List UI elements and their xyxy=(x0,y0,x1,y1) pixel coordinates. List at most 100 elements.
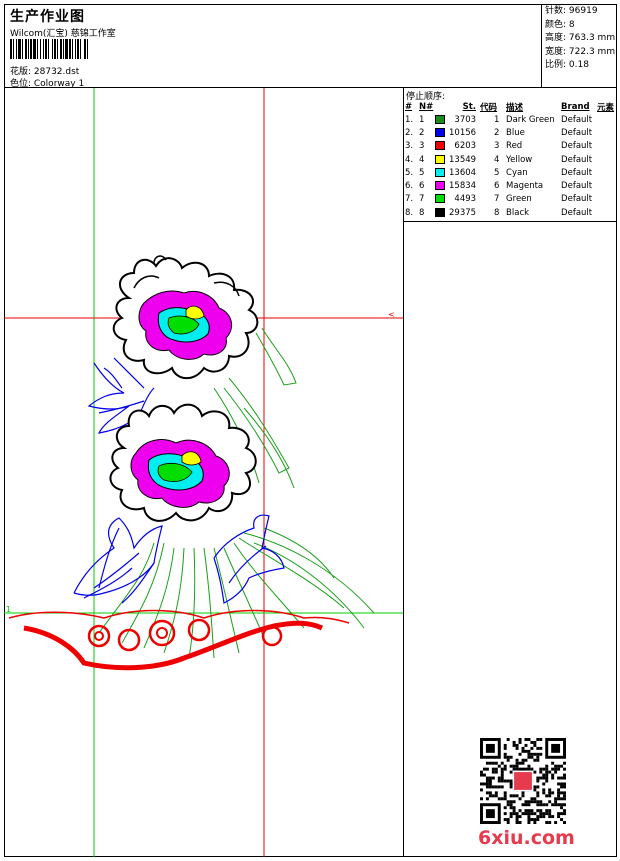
barcode-bar xyxy=(88,39,90,59)
row-n: 5 xyxy=(419,167,425,178)
row-code: 3 xyxy=(494,141,500,152)
row-num: 8. xyxy=(405,207,414,218)
row-n: 8 xyxy=(419,207,425,218)
panel-divider xyxy=(403,222,404,857)
row-swatch xyxy=(435,140,449,153)
studio-name: Wilcom(汇宝) 慈锦工作室 xyxy=(10,29,116,39)
row-brand: Default xyxy=(561,127,593,138)
stop-row: 3. 3 6203 3 Red Default xyxy=(405,140,614,153)
row-num: 7. xyxy=(405,194,414,205)
row-n: 7 xyxy=(419,194,425,205)
row-brand: Default xyxy=(561,194,593,205)
row-element xyxy=(597,113,614,126)
row-desc: Black xyxy=(506,207,530,218)
row-element xyxy=(597,206,614,219)
row-stitches: 13549 xyxy=(449,154,477,165)
row-num: 3. xyxy=(405,141,414,152)
row-swatch xyxy=(435,179,449,192)
row-swatch xyxy=(435,153,449,166)
row-n: 1 xyxy=(419,114,425,125)
row-desc: Red xyxy=(506,141,523,152)
color-swatch xyxy=(435,207,445,217)
row-stitches: 6203 xyxy=(454,141,477,152)
stop-row: 8. 8 29375 8 Black Default xyxy=(405,206,614,219)
row-n: 2 xyxy=(419,127,425,138)
row-num: 4. xyxy=(405,154,414,165)
row-swatch xyxy=(435,206,449,219)
stats-box: 针数: 96919 颜色: 8 高度: 763.3 mm 宽度: 722.3 m… xyxy=(541,4,617,87)
row-brand: Default xyxy=(561,114,593,125)
color-swatch xyxy=(435,127,445,137)
watermark: 6xiu.com xyxy=(478,827,575,849)
stop-table-header: # N# St. 代码 描述 Brand 元素 xyxy=(405,101,614,113)
col-desc: 描述 xyxy=(506,103,524,113)
row-swatch xyxy=(435,166,449,179)
row-brand: Default xyxy=(561,167,593,178)
row-swatch xyxy=(435,113,449,126)
stop-row: 1. 1 3703 1 Dark Green Default xyxy=(405,113,614,126)
stop-sequence-panel: 停止顺序: # N# St. 代码 描述 Brand 元素 1. 1 3703 1 Da… xyxy=(403,88,617,222)
row-num: 1. xyxy=(405,114,414,125)
stat-stitches: 针数: 96919 xyxy=(545,6,598,16)
row-desc: Green xyxy=(506,194,532,205)
col-code: 代码 xyxy=(480,103,498,113)
row-code: 4 xyxy=(494,154,500,165)
color-swatch xyxy=(435,154,445,164)
barcode xyxy=(10,39,124,59)
color-swatch xyxy=(435,167,445,177)
row-code: 1 xyxy=(494,114,500,125)
red-cloud-border xyxy=(8,609,350,671)
row-brand: Default xyxy=(561,141,593,152)
stop-sequence-table: # N# St. 代码 描述 Brand 元素 1. 1 3703 1 Dark Gre… xyxy=(405,101,614,219)
stat-height: 高度: 763.3 mm xyxy=(545,33,616,43)
qr-code xyxy=(480,738,566,824)
row-desc: Cyan xyxy=(506,167,528,178)
stat-width: 宽度: 722.3 mm xyxy=(545,46,616,57)
col-st: St. xyxy=(462,102,477,112)
header: 生产作业图 Wilcom(汇宝) 慈锦工作室 花版: 28732.dst 色位:… xyxy=(4,4,617,89)
stop-row: 6. 6 15834 6 Magenta Default xyxy=(405,179,614,192)
col-num: # xyxy=(405,102,413,112)
row-stitches: 13604 xyxy=(449,167,477,178)
row-element xyxy=(597,140,614,153)
row-swatch xyxy=(435,126,449,139)
stat-colors: 颜色: 8 xyxy=(545,19,575,30)
row-code: 8 xyxy=(494,207,500,218)
color-swatch xyxy=(435,141,445,151)
col-n: N# xyxy=(419,102,434,112)
row-element xyxy=(597,193,614,206)
row-desc: Dark Green xyxy=(506,114,555,125)
row-stitches: 10156 xyxy=(449,127,477,138)
row-code: 2 xyxy=(494,127,500,138)
row-code: 6 xyxy=(494,181,500,192)
row-stitches: 3703 xyxy=(454,114,477,125)
row-desc: Yellow xyxy=(506,154,533,165)
embroidery-preview: 1 < xyxy=(4,88,403,857)
row-element xyxy=(597,166,614,179)
page-title: 生产作业图 xyxy=(10,9,85,25)
col-element: 元素 xyxy=(597,103,615,113)
row-num: 6. xyxy=(405,181,414,192)
row-brand: Default xyxy=(561,154,593,165)
row-code: 7 xyxy=(494,194,500,205)
row-n: 6 xyxy=(419,181,425,192)
stop-row: 7. 7 4493 7 Green Default xyxy=(405,193,614,206)
guide-marker-left: 1 xyxy=(6,605,11,614)
row-stitches: 15834 xyxy=(449,181,477,192)
row-element xyxy=(597,153,614,166)
upper-flower xyxy=(112,255,259,380)
row-desc: Blue xyxy=(506,127,525,138)
row-n: 3 xyxy=(419,141,425,152)
color-swatch xyxy=(435,194,445,204)
row-stitches: 4493 xyxy=(454,194,477,205)
color-swatch xyxy=(435,181,445,191)
stop-row: 2. 2 10156 2 Blue Default xyxy=(405,126,614,139)
col-brand: Brand xyxy=(561,102,590,112)
row-stitches: 29375 xyxy=(449,207,477,218)
row-num: 2. xyxy=(405,127,414,138)
row-desc: Magenta xyxy=(506,181,544,192)
color-swatch xyxy=(435,114,445,124)
design-area: 1 < xyxy=(4,88,403,857)
row-n: 4 xyxy=(419,154,425,165)
row-num: 5. xyxy=(405,167,414,178)
